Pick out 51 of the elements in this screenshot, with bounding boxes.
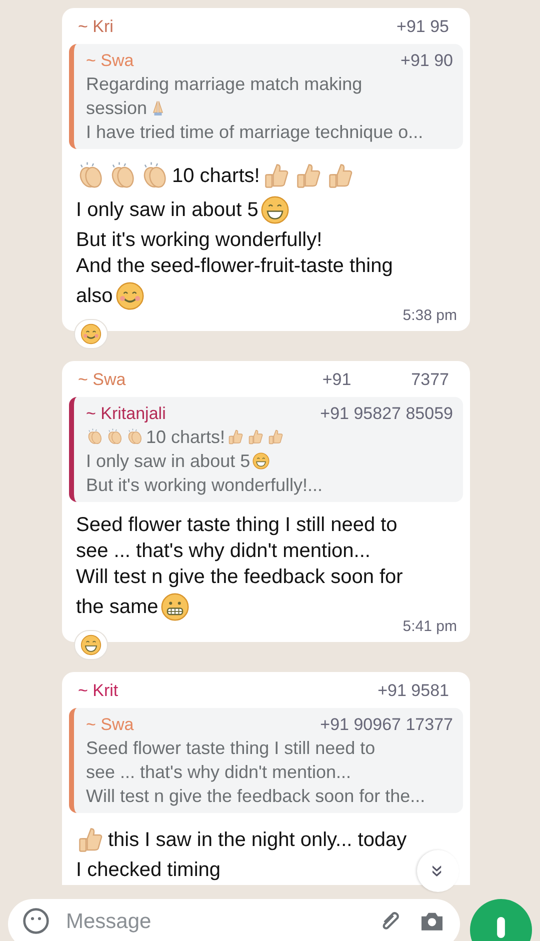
message-text: see ... that's why didn't mention... xyxy=(76,539,370,564)
message-field[interactable]: Message xyxy=(64,905,364,938)
thumbs-up-icon xyxy=(247,428,266,446)
emoji-icon[interactable] xyxy=(22,907,50,935)
message-bar[interactable]: Message xyxy=(8,899,460,941)
phone-number: +91 90967 17377 xyxy=(320,714,453,736)
phone-number: +91 90 xyxy=(400,50,453,72)
grimacing-face-icon xyxy=(160,592,190,622)
quoted-text: Seed flower taste thing I still need to xyxy=(86,737,376,760)
clapping-hands-icon xyxy=(86,428,104,446)
quoted-sender: ~ Swa xyxy=(86,50,134,72)
smiling-face-icon xyxy=(114,281,145,311)
sender-name: ~ Swa xyxy=(78,369,126,391)
message-text: 10 charts! xyxy=(172,164,260,189)
thumbs-up-icon xyxy=(267,428,286,446)
message-text: I only saw in about 5 xyxy=(76,198,258,223)
grinning-face-icon xyxy=(252,452,270,470)
clapping-hands-icon xyxy=(106,428,124,446)
quoted-text: Regarding marriage match making xyxy=(86,73,362,96)
message-text: I checked timing xyxy=(76,858,221,883)
quoted-text: But it's working wonderfully!... xyxy=(86,474,323,497)
phone-number: +91 xyxy=(322,369,352,391)
message-text: And the seed-flower-fruit-taste thing xyxy=(76,254,393,279)
thumbs-up-icon xyxy=(227,428,246,446)
message-text: Will test n give the feedback soon for xyxy=(76,565,403,590)
quoted-text: Will test n give the feedback soon for the... xyxy=(86,785,426,808)
message-text: the same xyxy=(76,595,158,620)
quoted-text: I only saw in about 5 xyxy=(86,450,250,473)
quoted-text: 10 charts! xyxy=(146,426,226,449)
phone-number: +91 95 xyxy=(396,16,449,38)
message-time: 5:38 pm xyxy=(402,307,458,325)
sender-name: ~ Krit xyxy=(78,680,118,702)
smiling-face-icon xyxy=(80,323,102,345)
phone-number: +91 95827 85059 xyxy=(320,403,453,425)
phone-number: 7377 xyxy=(411,369,449,391)
grinning-face-icon xyxy=(80,634,102,656)
message-text: Seed flower taste thing I still need to xyxy=(76,513,398,538)
quoted-text: see ... that's why didn't mention... xyxy=(86,761,352,784)
microphone-icon xyxy=(497,917,505,938)
quoted-text: session xyxy=(86,97,148,120)
quoted-text: I have tried time of marriage technique o... xyxy=(86,121,424,144)
clapping-hands-icon xyxy=(126,428,144,446)
phone-number: +91 9581 xyxy=(378,680,449,702)
message-time: 5:41 pm xyxy=(402,618,458,636)
message-text: also xyxy=(76,284,113,309)
quoted-sender: ~ Swa xyxy=(86,714,134,736)
sender-name: ~ Kri xyxy=(78,16,114,38)
message-text: But it's working wonderfully! xyxy=(76,228,322,253)
grinning-face-icon xyxy=(260,195,290,225)
quoted-sender: ~ Kritanjali xyxy=(86,403,166,425)
message-text: this I saw in the night only... today xyxy=(108,828,407,853)
